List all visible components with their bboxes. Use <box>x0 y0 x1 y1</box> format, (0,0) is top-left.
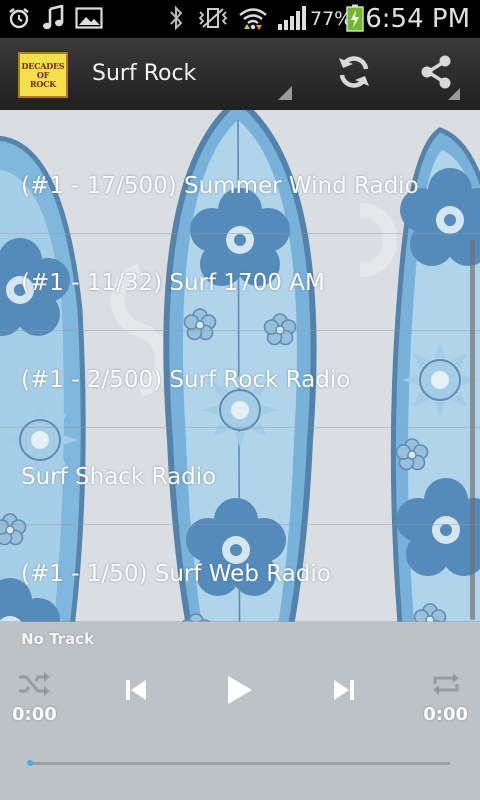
refresh-button[interactable] <box>326 48 382 100</box>
next-icon <box>333 679 355 705</box>
share-dropdown-indicator[interactable] <box>448 88 460 100</box>
station-label: (#1 - 2/500) Surf Rock Radio <box>21 367 351 393</box>
player-panel: No Track 0:00 0:00 <box>0 622 480 800</box>
now-playing-label: No Track <box>21 630 95 648</box>
logo-line: ROCK <box>29 78 57 89</box>
station-row[interactable]: (#1 - 17/500) Summer Wind Radio <box>0 138 480 234</box>
next-button[interactable] <box>322 670 366 714</box>
station-row[interactable]: Surf Shack Radio <box>0 429 480 525</box>
shuffle-icon <box>17 670 51 702</box>
repeat-button[interactable] <box>426 666 466 706</box>
app-logo[interactable]: DECADES OF ROCK <box>18 52 68 98</box>
total-duration: 0:00 <box>423 704 468 725</box>
play-icon <box>227 675 253 709</box>
status-bar: 77% 6:54 PM <box>0 0 480 38</box>
vibrate-icon <box>196 4 230 32</box>
spinner-dropdown-indicator[interactable] <box>278 86 292 100</box>
station-label: (#1 - 11/32) Surf 1700 AM <box>21 270 325 296</box>
previous-icon <box>125 679 147 705</box>
play-button[interactable] <box>214 666 266 718</box>
battery-charging-icon <box>344 4 366 32</box>
signal-icon <box>276 4 308 32</box>
station-list-area: (#1 - 17/500) Summer Wind Radio (#1 - 11… <box>0 110 480 622</box>
previous-button[interactable] <box>114 670 158 714</box>
action-bar: DECADES OF ROCK Surf Rock <box>0 38 480 112</box>
shuffle-button[interactable] <box>14 666 54 706</box>
seek-thumb[interactable] <box>27 760 33 766</box>
status-time: 6:54 PM <box>365 4 470 34</box>
alarm-clock-icon <box>6 4 32 32</box>
elapsed-time: 0:00 <box>12 704 57 725</box>
station-label: (#1 - 1/50) Surf Web Radio <box>21 561 331 587</box>
station-row[interactable]: (#1 - 1/50) Surf Web Radio <box>0 526 480 622</box>
station-row[interactable]: (#1 - 2/500) Surf Rock Radio <box>0 332 480 428</box>
wifi-icon <box>238 4 268 32</box>
repeat-icon <box>431 670 461 702</box>
genre-spinner-title[interactable]: Surf Rock <box>92 38 196 110</box>
music-note-icon <box>40 4 66 32</box>
list-scrollbar[interactable] <box>470 240 475 620</box>
image-icon <box>74 4 104 32</box>
refresh-icon <box>334 52 374 96</box>
seek-bar[interactable] <box>27 760 450 766</box>
station-label: (#1 - 17/500) Summer Wind Radio <box>21 173 419 199</box>
station-label: Surf Shack Radio <box>21 464 217 490</box>
bluetooth-icon <box>166 4 186 32</box>
station-row[interactable]: (#1 - 11/32) Surf 1700 AM <box>0 235 480 331</box>
